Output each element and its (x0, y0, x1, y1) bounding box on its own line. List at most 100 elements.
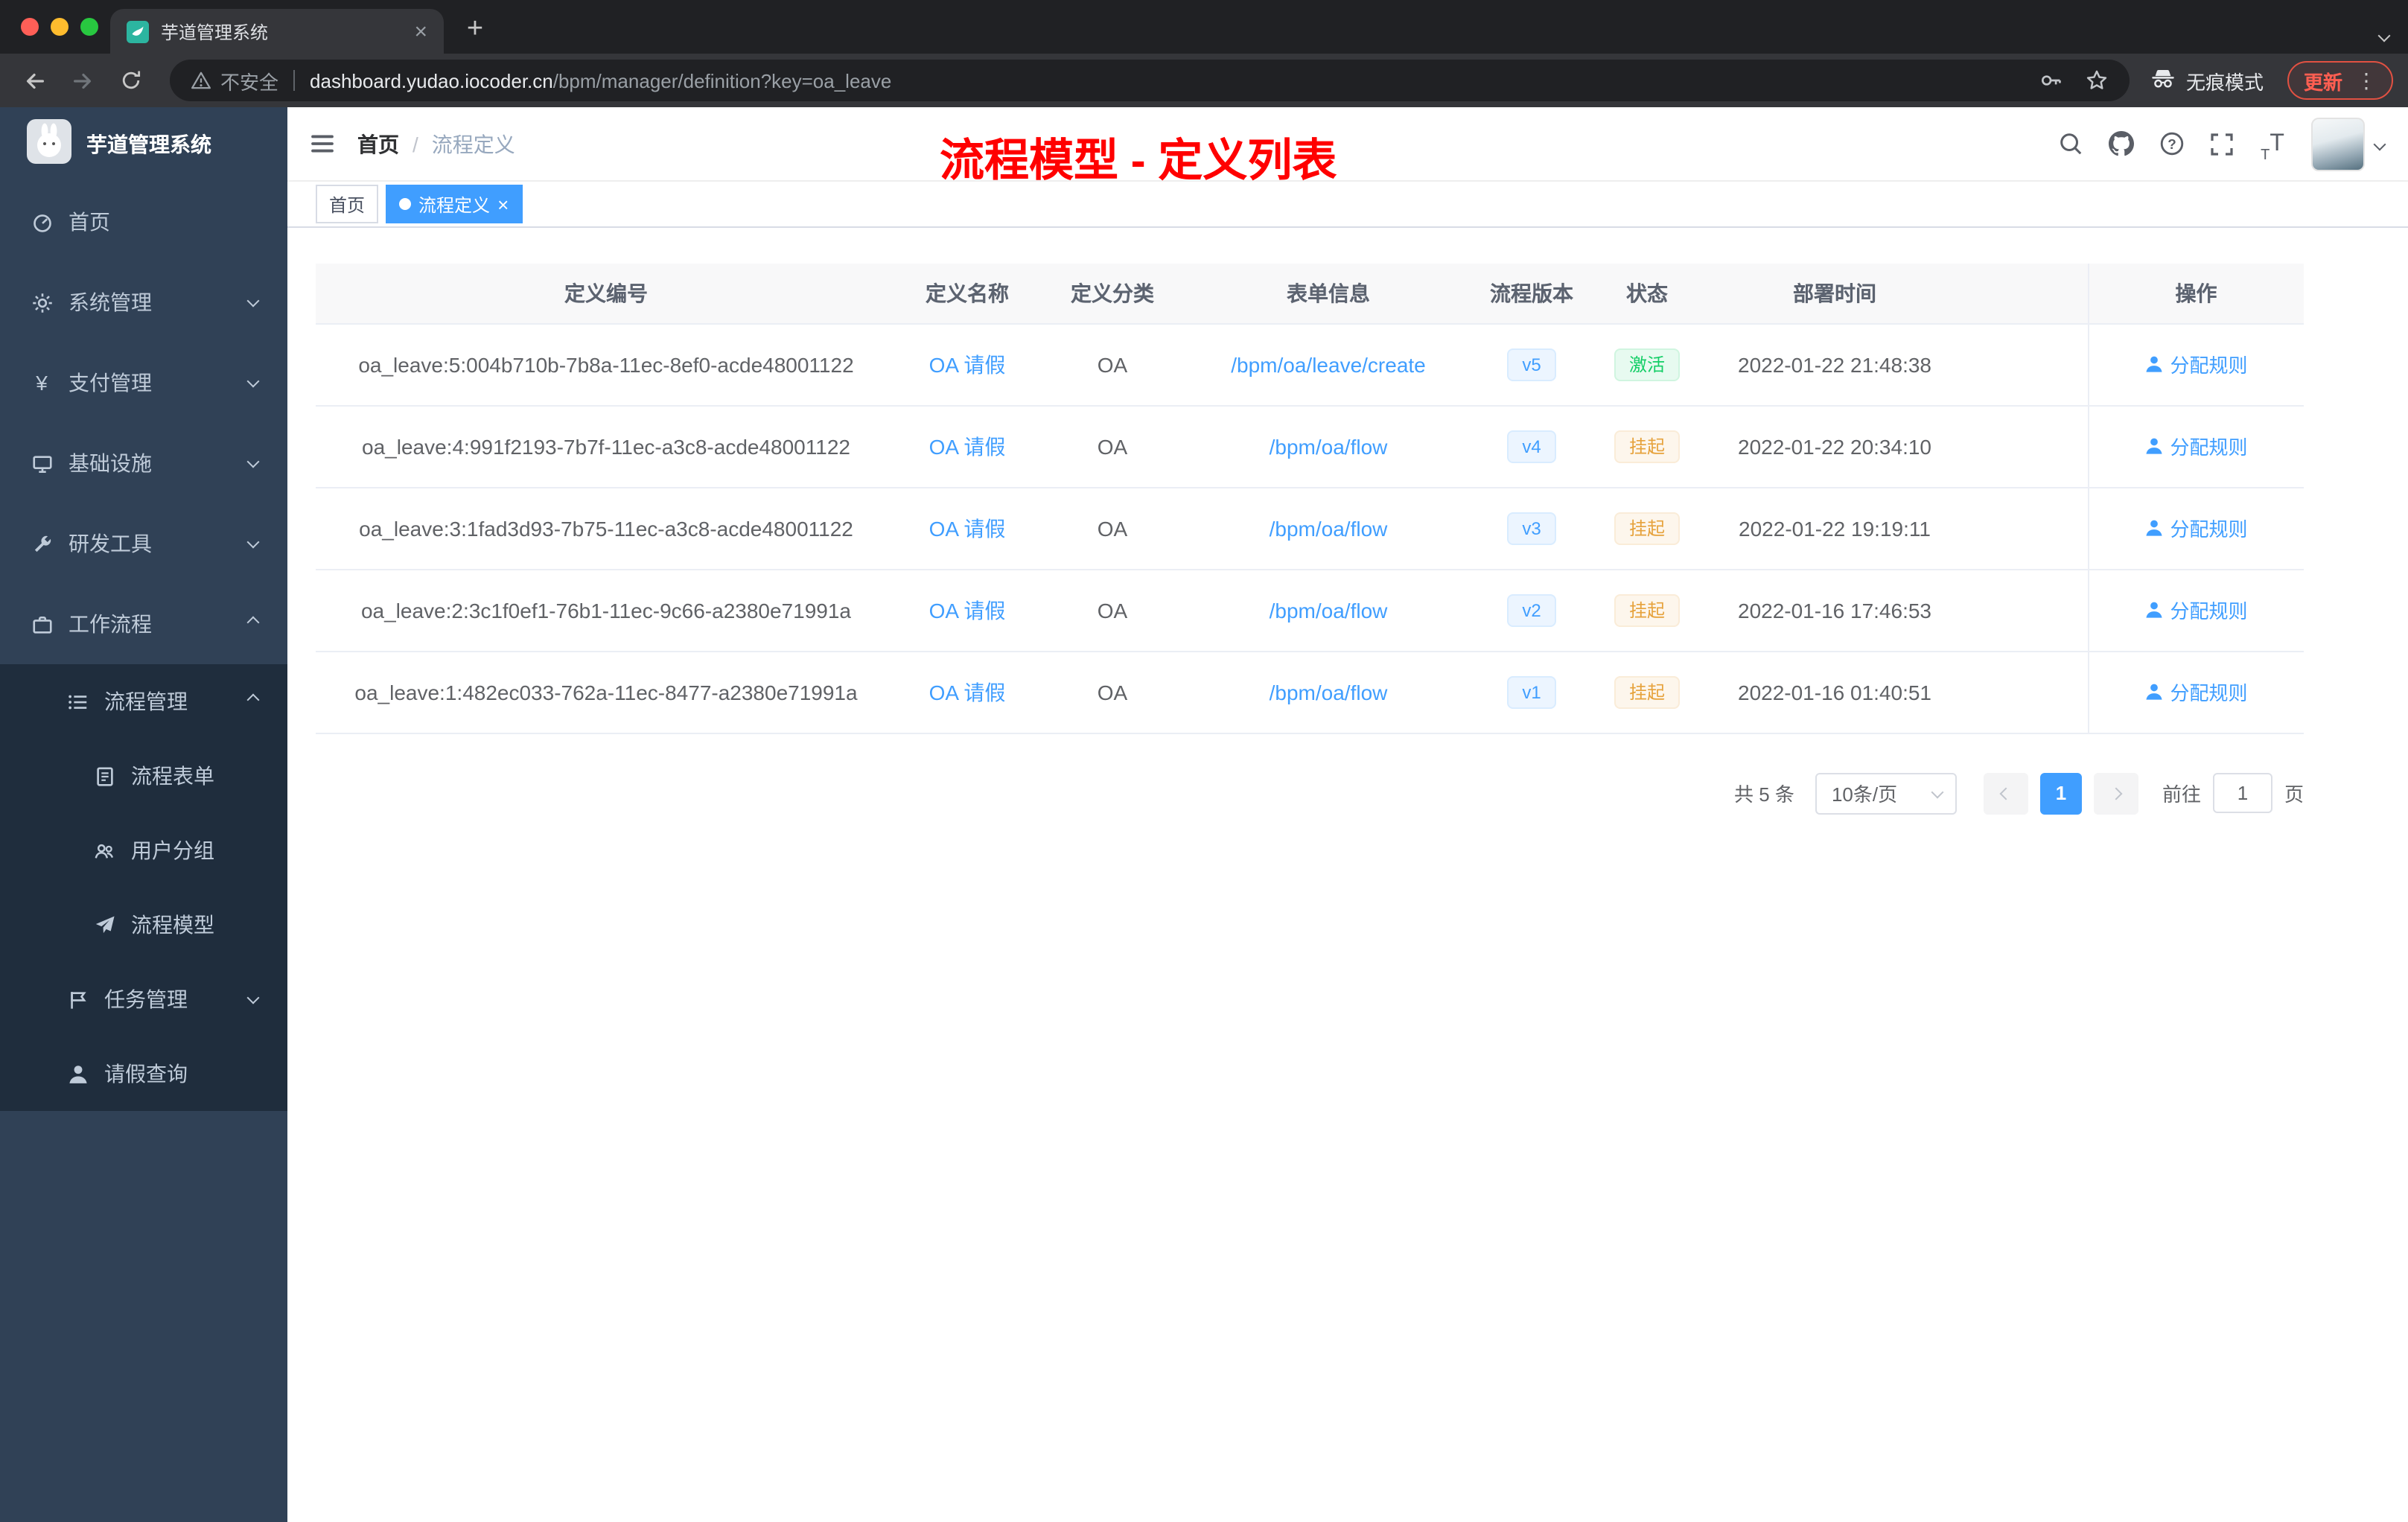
browser-toolbar: 不安全 dashboard.yudao.iocoder.cn/bpm/manag… (0, 54, 2408, 107)
bookmark-star-icon[interactable] (2085, 69, 2109, 92)
reload-button[interactable] (110, 60, 150, 101)
sidebar-item-task-management[interactable]: 任务管理 (0, 962, 287, 1037)
tag-process-definition[interactable]: 流程定义 × (386, 185, 523, 223)
definition-name-link[interactable]: OA 请假 (929, 516, 1006, 540)
sidebar-item-process-management[interactable]: 流程管理 (0, 664, 287, 739)
update-button[interactable]: 更新 ⋮ (2287, 61, 2393, 100)
prev-page-button[interactable] (1983, 772, 2028, 814)
security-label: 不安全 (220, 71, 279, 93)
assign-rule-button[interactable]: 分配规则 (2144, 350, 2248, 378)
devtools-icon (30, 532, 54, 555)
table-row: oa_leave:3:1fad3d93-7b75-11ec-a3c8-acde4… (316, 487, 2304, 570)
browser-menu-icon[interactable]: ⋮ (2356, 68, 2377, 93)
avatar-caret-icon[interactable] (2373, 137, 2386, 150)
table-body: oa_leave:5:004b710b-7b8a-11ec-8ef0-acde4… (316, 323, 2304, 733)
cell-category: OA (1038, 569, 1187, 652)
cell-deploy-time: 2022-01-22 20:34:10 (1701, 405, 1969, 488)
page-unit-label: 页 (2284, 783, 2304, 806)
assign-rule-button[interactable]: 分配规则 (2144, 514, 2248, 542)
sidebar-item-leave-query[interactable]: 请假查询 (0, 1037, 287, 1111)
col-filler (1969, 264, 2088, 324)
font-size-icon[interactable]: TT (2255, 124, 2290, 163)
assign-rule-label: 分配规则 (2170, 600, 2248, 623)
annotation-text: 流程模型 - 定义列表 (940, 137, 1337, 186)
tag-close-icon[interactable]: × (497, 194, 509, 214)
sidebar-item-label: 流程表单 (131, 764, 214, 788)
logo-title: 芋道管理系统 (86, 133, 211, 156)
password-key-icon[interactable] (2039, 69, 2063, 92)
sidebar-item-home[interactable]: 首页 (0, 182, 287, 262)
hamburger-icon[interactable] (287, 131, 357, 156)
pagination-total: 共 5 条 (1734, 783, 1794, 806)
sidebar-item-payment-management[interactable]: ¥ 支付管理 (0, 343, 287, 423)
tab-close-icon[interactable]: × (410, 19, 432, 44)
new-tab-button[interactable]: + (456, 10, 494, 49)
assign-rule-button[interactable]: 分配规则 (2144, 596, 2248, 624)
breadcrumb: 首页 / 流程定义 (357, 129, 515, 159)
url-bar[interactable]: 不安全 dashboard.yudao.iocoder.cn/bpm/manag… (170, 60, 2130, 101)
goto-label: 前往 (2162, 783, 2201, 806)
version-tag: v4 (1507, 430, 1556, 462)
assign-rule-button[interactable]: 分配规则 (2144, 432, 2248, 460)
assign-rule-label: 分配规则 (2170, 436, 2248, 459)
cell-deploy-time: 2022-01-22 21:48:38 (1701, 323, 1969, 406)
user-avatar[interactable] (2311, 117, 2365, 171)
table-row: oa_leave:4:991f2193-7b7f-11ec-a3c8-acde4… (316, 405, 2304, 488)
task-icon (66, 988, 89, 1010)
form-link[interactable]: /bpm/oa/flow (1270, 680, 1388, 704)
user-icon (2144, 682, 2164, 701)
search-icon[interactable] (2052, 124, 2088, 163)
sidebar-item-infrastructure[interactable]: 基础设施 (0, 423, 287, 503)
window-close-button[interactable] (21, 18, 39, 36)
svg-text:?: ? (2167, 137, 2176, 153)
form-link[interactable]: /bpm/oa/flow (1270, 598, 1388, 622)
next-page-button[interactable] (2093, 772, 2138, 814)
user-icon (2144, 354, 2164, 374)
forward-button[interactable] (63, 60, 103, 101)
tab-search-button[interactable] (2377, 21, 2391, 48)
form-link[interactable]: /bpm/oa/leave/create (1231, 352, 1426, 376)
col-definition-category: 定义分类 (1038, 264, 1187, 324)
window-minimize-button[interactable] (51, 18, 69, 36)
goto-page-input[interactable] (2212, 773, 2272, 813)
definition-name-link[interactable]: OA 请假 (929, 352, 1006, 376)
sidebar-item-process-model[interactable]: 流程模型 (0, 888, 287, 962)
page-size-value: 10条/页 (1831, 783, 1898, 806)
sidebar-item-workflow[interactable]: 工作流程 (0, 584, 287, 664)
app: 芋道管理系统 首页 系统管理 ¥ 支付管理 基础设施 研发工具 工作流程 流程管理 流程表单 用户… (0, 107, 2408, 1522)
col-definition-name: 定义名称 (896, 264, 1038, 324)
sidebar-item-label: 任务管理 (104, 987, 188, 1011)
status-tag: 挂起 (1614, 512, 1680, 544)
col-process-version: 流程版本 (1470, 264, 1593, 324)
definition-name-link[interactable]: OA 请假 (929, 680, 1006, 704)
browser-tab[interactable]: 芋道管理系统 × (110, 9, 444, 54)
page-size-select[interactable]: 10条/页 (1815, 772, 1957, 814)
col-definition-id: 定义编号 (316, 264, 896, 324)
assign-rule-button[interactable]: 分配规则 (2144, 678, 2248, 706)
form-link[interactable]: /bpm/oa/flow (1270, 516, 1388, 540)
sidebar-item-devtools[interactable]: 研发工具 (0, 503, 287, 584)
help-icon[interactable]: ? (2153, 124, 2189, 163)
sidebar-item-label: 流程模型 (131, 913, 214, 937)
window-fullscreen-button[interactable] (80, 18, 98, 36)
sidebar-item-process-form[interactable]: 流程表单 (0, 739, 287, 813)
sidebar-item-system-management[interactable]: 系统管理 (0, 262, 287, 343)
status-tag: 挂起 (1614, 675, 1680, 708)
chevron-left-icon (1999, 786, 2013, 800)
sidebar-item-user-group[interactable]: 用户分组 (0, 813, 287, 888)
fullscreen-icon[interactable] (2204, 124, 2240, 163)
breadcrumb-current: 流程定义 (431, 132, 515, 156)
version-tag: v3 (1507, 512, 1556, 544)
navbar-actions: ? TT (2052, 117, 2408, 171)
version-tag: v5 (1507, 348, 1556, 380)
back-button[interactable] (15, 60, 55, 101)
definition-name-link[interactable]: OA 请假 (929, 434, 1006, 458)
definition-name-link[interactable]: OA 请假 (929, 598, 1006, 622)
form-link[interactable]: /bpm/oa/flow (1270, 434, 1388, 458)
tag-home[interactable]: 首页 (316, 185, 379, 223)
breadcrumb-home[interactable]: 首页 (357, 129, 399, 159)
page-1-button[interactable]: 1 (2039, 772, 2082, 814)
github-icon[interactable] (2103, 124, 2138, 163)
chevron-down-icon (246, 375, 260, 388)
cell-definition-id: oa_leave:5:004b710b-7b8a-11ec-8ef0-acde4… (316, 323, 896, 406)
